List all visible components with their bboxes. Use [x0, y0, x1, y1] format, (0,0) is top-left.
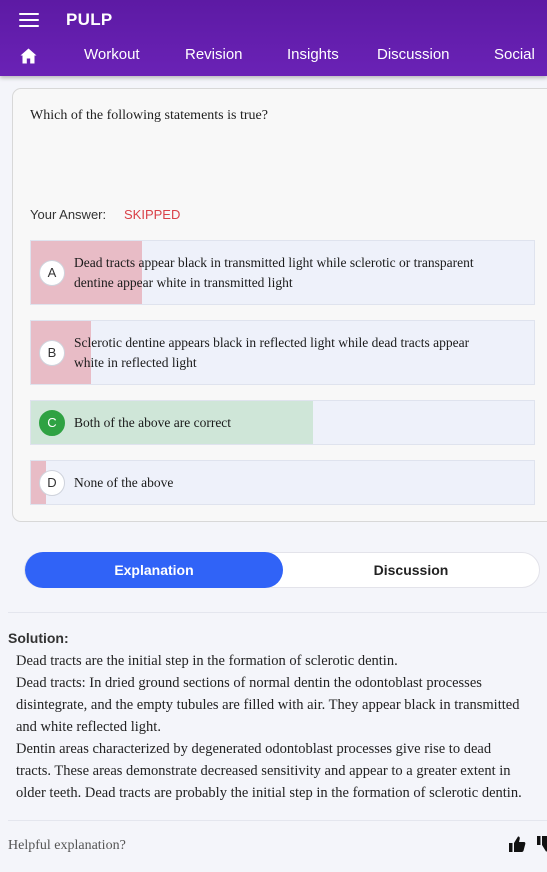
option-d-letter: D	[39, 469, 65, 496]
option-c-letter: C	[39, 409, 65, 436]
solution-line: Dead tracts are the initial step in the …	[16, 653, 398, 669]
solution-line: disintegrate, and the empty tubules are …	[16, 697, 520, 713]
solution-line: Dentin areas characterized by degenerate…	[16, 741, 492, 757]
thumbs-down-icon[interactable]	[536, 835, 547, 853]
option-c[interactable]: C Both of the above are correct	[30, 400, 535, 445]
divider	[8, 612, 547, 613]
option-a-text: Dead tracts appear black in transmitted …	[74, 254, 474, 290]
app-title: PULP	[66, 10, 113, 29]
home-icon[interactable]	[20, 48, 37, 64]
option-b[interactable]: B Sclerotic dentine appears black in ref…	[30, 320, 535, 385]
solution-line: and white reflected light.	[16, 719, 161, 735]
top-nav: Workout Revision Insights Discussion Soc…	[0, 40, 547, 72]
option-c-text: Both of the above are correct	[74, 414, 232, 430]
solution-line: Dead tracts: In dried ground sections of…	[16, 675, 482, 691]
option-a-letter: A	[39, 259, 65, 286]
option-d-text: None of the above	[74, 474, 174, 490]
nav-insights[interactable]: Insights	[287, 46, 339, 63]
solution-text: Dead tracts are the initial step in the …	[16, 650, 547, 804]
option-a[interactable]: A Dead tracts appear black in transmitte…	[30, 240, 535, 305]
answer-status: SKIPPED	[124, 207, 181, 222]
explanation-tabs: Explanation Discussion	[24, 552, 540, 588]
solution-label: Solution:	[8, 630, 69, 646]
hamburger-menu-icon[interactable]	[19, 13, 39, 27]
nav-discussion[interactable]: Discussion	[377, 46, 450, 63]
nav-workout[interactable]: Workout	[84, 46, 140, 63]
solution-line: older teeth. Dead tracts are probably th…	[16, 785, 522, 801]
option-b-text: Sclerotic dentine appears black in refle…	[74, 334, 470, 370]
app-bar: PULP Workout Revision Insights Discussio…	[0, 0, 547, 76]
solution-line: tracts. These areas demonstrate decrease…	[16, 763, 511, 779]
your-answer-label: Your Answer:	[30, 207, 107, 222]
question-text: Which of the following statements is tru…	[30, 108, 268, 123]
tab-explanation[interactable]: Explanation	[25, 552, 283, 588]
nav-revision[interactable]: Revision	[185, 46, 243, 63]
nav-social[interactable]: Social	[494, 46, 535, 63]
thumbs-up-icon[interactable]	[508, 835, 526, 853]
divider	[8, 820, 547, 821]
option-b-letter: B	[39, 339, 65, 366]
option-d[interactable]: D None of the above	[30, 460, 535, 505]
question-card: Which of the following statements is tru…	[12, 88, 547, 522]
tab-discussion[interactable]: Discussion	[283, 553, 539, 587]
helpful-prompt: Helpful explanation?	[8, 838, 126, 853]
